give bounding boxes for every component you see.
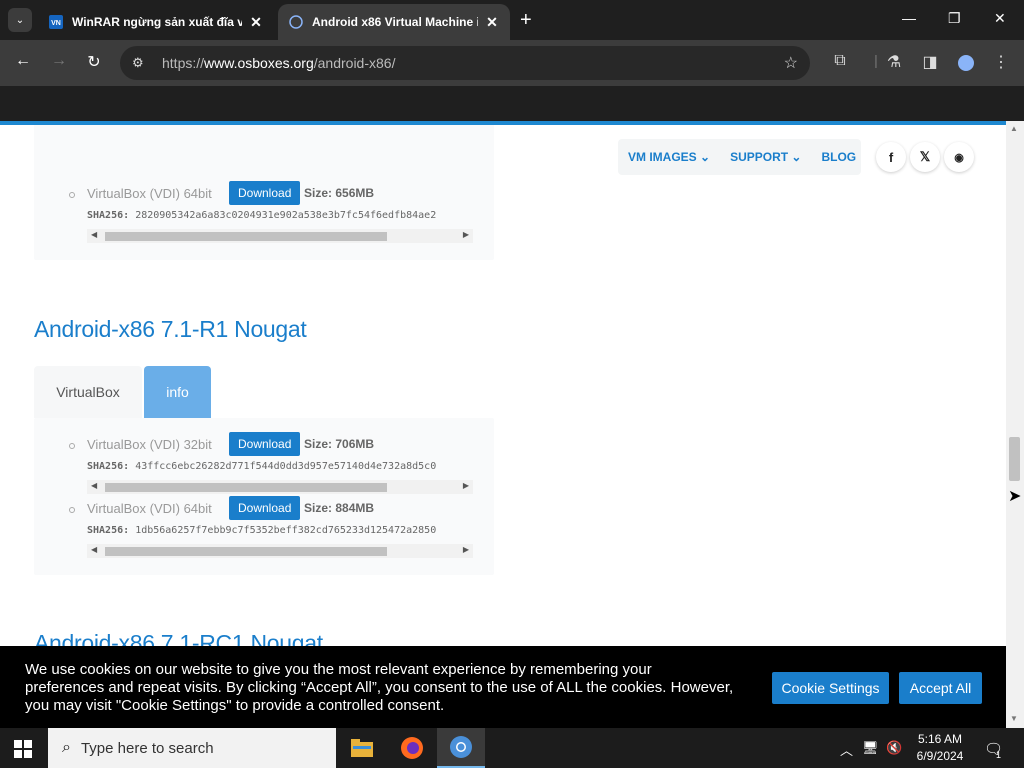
reload-icon[interactable]: ↻ <box>83 52 105 72</box>
winrar-icon: VN <box>49 15 63 29</box>
facebook-icon[interactable]: f <box>876 142 906 172</box>
package-name: VirtualBox (VDI) 32bit <box>87 437 212 452</box>
horizontal-scrollbar[interactable]: ◀ ▶ <box>87 544 473 558</box>
scroll-left-icon[interactable]: ◀ <box>91 481 97 490</box>
package-size: Size: 706MB <box>304 437 375 451</box>
menu-kebab-icon[interactable]: ⋮ <box>991 52 1011 72</box>
scroll-down-icon[interactable]: ▼ <box>1010 714 1018 723</box>
side-panel-icon[interactable]: ◨ <box>920 52 940 72</box>
close-tab-icon[interactable]: ✕ <box>484 14 500 31</box>
scroll-thumb[interactable] <box>105 547 387 556</box>
nav-support[interactable]: SUPPORT ⌄ <box>730 150 801 164</box>
back-arrow-icon[interactable]: ← <box>12 52 34 70</box>
chrome-icon[interactable] <box>437 728 485 768</box>
package-name: VirtualBox (VDI) 64bit <box>87 501 212 516</box>
tab-info[interactable]: info <box>144 366 211 418</box>
extensions-icon[interactable]: ⧉ <box>830 52 850 70</box>
restore-icon[interactable]: ❐ <box>948 10 961 27</box>
notification-count: 1 <box>996 750 1002 760</box>
close-tab-icon[interactable]: ✕ <box>248 14 264 31</box>
scroll-left-icon[interactable]: ◀ <box>91 545 97 554</box>
site-info-icon[interactable]: ⚙ <box>132 55 148 71</box>
horizontal-scrollbar[interactable]: ◀ ▶ <box>87 480 473 494</box>
sha256-value: SHA256: 2820905342a6a83c0204931e902a538e… <box>87 210 437 221</box>
x-twitter-icon[interactable]: 𝕏 <box>910 142 940 172</box>
globe-icon <box>289 15 303 29</box>
tab-title: Android x86 Virtual Machine i <box>312 15 478 29</box>
nav-vm-images[interactable]: VM IMAGES ⌄ <box>628 150 710 164</box>
bullet-icon <box>69 192 75 198</box>
windows-start-icon[interactable] <box>14 740 32 758</box>
forward-arrow-icon[interactable]: → <box>48 52 70 70</box>
file-explorer-icon[interactable] <box>338 728 386 768</box>
tab-winrar[interactable]: VN WinRAR ngừng sản xuất đĩa và ✕ <box>38 4 274 40</box>
svg-text:VN: VN <box>51 20 61 27</box>
search-placeholder: Type here to search <box>80 739 214 757</box>
tab-search-chevron-icon[interactable]: ⌄ <box>8 8 32 32</box>
address-bar[interactable]: ⚙ https://www.osboxes.org/android-x86/ ☆ <box>120 46 810 80</box>
labs-flask-icon[interactable]: ⚗ <box>884 52 904 72</box>
page-header-band <box>0 86 1024 121</box>
scroll-left-icon[interactable]: ◀ <box>91 230 97 239</box>
horizontal-scrollbar[interactable]: ◀ ▶ <box>87 229 473 243</box>
cookie-banner: We use cookies on our website to give yo… <box>0 646 1006 728</box>
search-icon: ⌕ <box>62 739 71 756</box>
page-viewport: VM IMAGES ⌄ SUPPORT ⌄ BLOG f 𝕏 ◉ Virtual… <box>0 125 1006 728</box>
network-icon[interactable]: 🖥 <box>862 740 879 756</box>
bookmark-star-icon[interactable]: ☆ <box>784 53 798 73</box>
accept-all-button[interactable]: Accept All <box>899 672 982 704</box>
minimize-icon[interactable]: — <box>902 10 916 26</box>
scroll-thumb[interactable] <box>105 483 387 492</box>
url-text: https://www.osboxes.org/android-x86/ <box>162 55 396 71</box>
download-button[interactable]: Download <box>229 181 301 205</box>
download-button[interactable]: Download <box>229 432 301 456</box>
package-size: Size: 884MB <box>304 501 375 515</box>
firefox-icon[interactable] <box>388 728 436 768</box>
mouse-cursor-icon: ➤ <box>1008 488 1022 505</box>
package-size: Size: 656MB <box>304 186 375 200</box>
clock-time: 5:16 AM <box>917 732 963 746</box>
section-title: Android-x86 7.1-R1 Nougat <box>34 316 307 342</box>
clock-date: 6/9/2024 <box>916 749 964 763</box>
scroll-right-icon[interactable]: ▶ <box>463 481 469 490</box>
rss-icon[interactable]: ◉ <box>944 142 974 172</box>
new-tab-button[interactable]: + <box>520 10 532 30</box>
tab-title: WinRAR ngừng sản xuất đĩa và <box>72 15 242 29</box>
taskbar-search-box[interactable]: ⌕ Type here to search <box>48 728 336 768</box>
nav-blog[interactable]: BLOG <box>821 150 856 164</box>
browser-tab-strip: ⌄ VN WinRAR ngừng sản xuất đĩa và ✕ Andr… <box>0 0 1024 40</box>
tab-android-x86[interactable]: Android x86 Virtual Machine i ✕ <box>278 4 510 40</box>
package-name: VirtualBox (VDI) 64bit <box>87 186 212 201</box>
system-clock[interactable]: 5:16 AM 6/9/2024 <box>906 731 974 765</box>
bullet-icon <box>69 443 75 449</box>
scroll-right-icon[interactable]: ▶ <box>463 545 469 554</box>
taskbar: ⌕ Type here to search ︿ 🖥 🔇 5:16 AM 6/9/… <box>0 728 1024 768</box>
bullet-icon <box>69 507 75 513</box>
sha256-value: SHA256: 1db56a6257f7ebb9c7f5352beff382cd… <box>87 525 437 536</box>
scroll-thumb[interactable] <box>1009 437 1020 481</box>
profile-avatar-icon[interactable] <box>956 53 976 73</box>
cookie-settings-button[interactable]: Cookie Settings <box>772 672 889 704</box>
tray-chevron-up-icon[interactable]: ︿ <box>840 740 853 759</box>
scroll-up-icon[interactable]: ▲ <box>1010 124 1018 133</box>
scroll-thumb[interactable] <box>105 232 387 241</box>
toolbar-divider: | <box>874 52 878 68</box>
close-window-icon[interactable]: ✕ <box>994 10 1006 27</box>
page-scrollbar[interactable]: ▲ ▼ <box>1006 121 1024 728</box>
cookie-text: We use cookies on our website to give yo… <box>25 661 734 714</box>
browser-toolbar: ← → ↻ ⚙ https://www.osboxes.org/android-… <box>0 40 1024 86</box>
tab-virtualbox[interactable]: VirtualBox <box>34 366 142 418</box>
site-navbar: VM IMAGES ⌄ SUPPORT ⌄ BLOG <box>618 139 861 175</box>
sha256-value: SHA256: 43ffcc6ebc26282d771f544d0dd3d957… <box>87 461 437 472</box>
scroll-right-icon[interactable]: ▶ <box>463 230 469 239</box>
volume-muted-icon[interactable]: 🔇 <box>886 740 902 756</box>
download-button[interactable]: Download <box>229 496 301 520</box>
